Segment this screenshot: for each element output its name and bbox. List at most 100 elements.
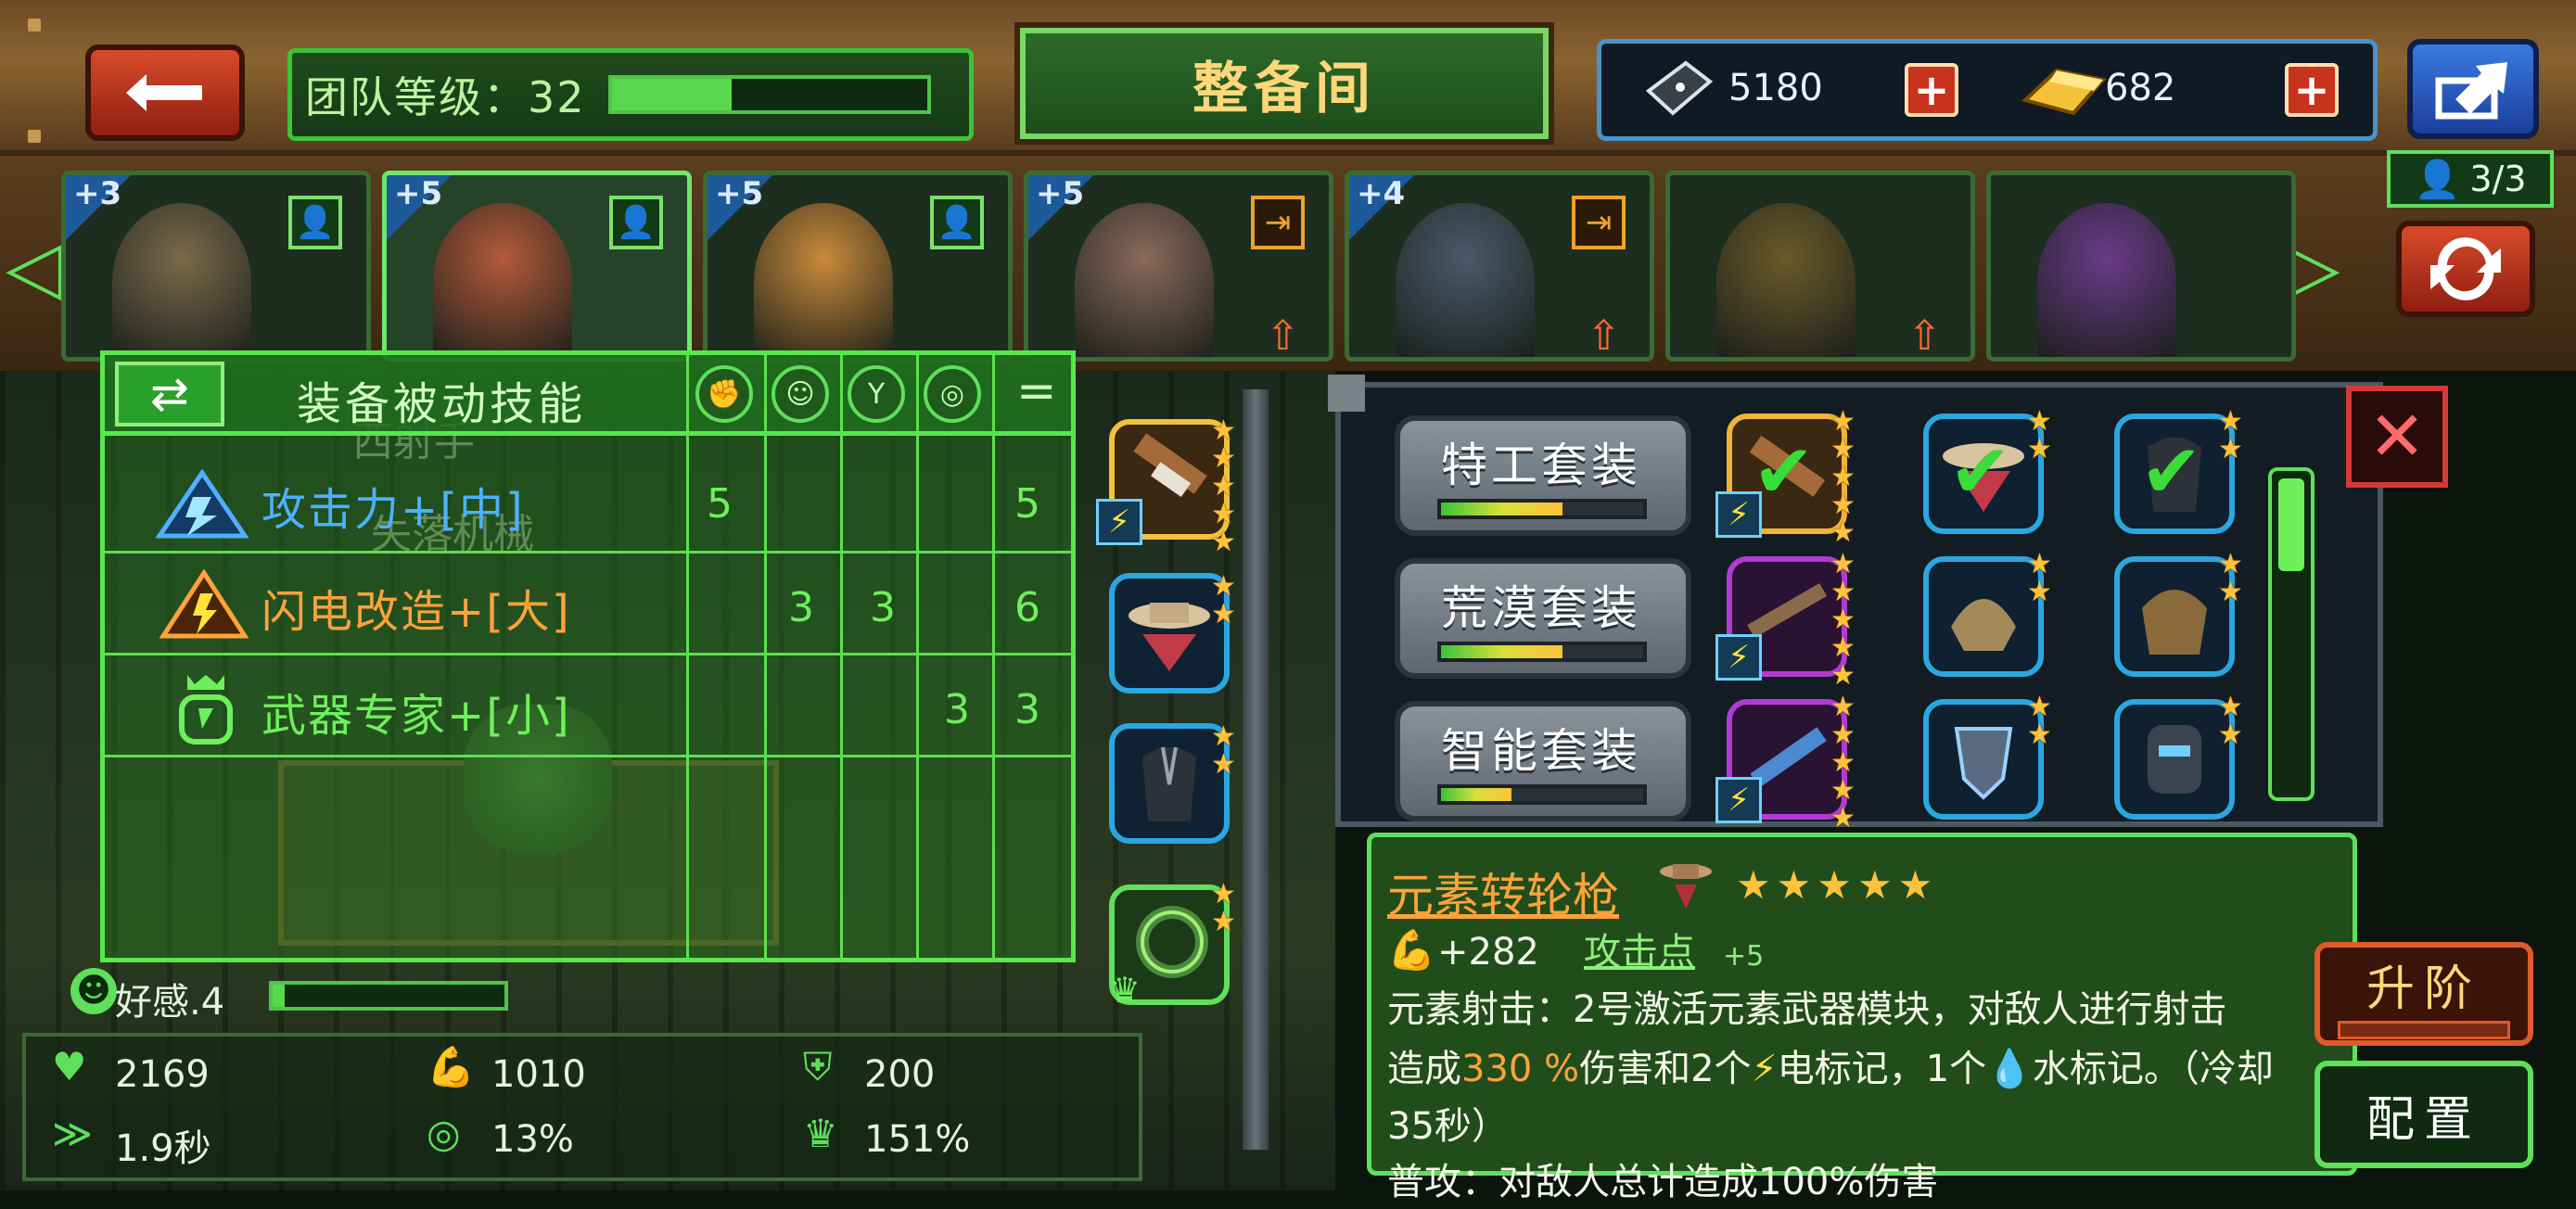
rivet-decoration [28, 19, 41, 32]
set-progress-fill [1441, 788, 1512, 801]
grid-line [764, 350, 767, 962]
hero-star-level: +5 [715, 175, 764, 212]
water-mark-icon: 💧 [1986, 1048, 2033, 1090]
speed-wing-icon: ≫ [52, 1111, 93, 1156]
config-label: 配置 [2366, 1091, 2481, 1148]
skill-weapon-expert-name: 武器专家+[小] [261, 690, 571, 742]
crit-crown-icon: ♛ [803, 1111, 838, 1156]
add-gold-button[interactable]: + [2285, 63, 2339, 117]
swap-icon [2430, 237, 2501, 300]
config-button[interactable]: 配置 [2315, 1061, 2533, 1168]
toggle-skills-button[interactable]: ⇄ [115, 362, 224, 426]
item-desc-line3: 35秒） [1387, 1105, 1509, 1148]
set-filter-button[interactable]: 荒漠套装 [1395, 558, 1691, 679]
attack-point-label[interactable]: 攻击点 [1584, 925, 1695, 979]
item-stars: ★★★★★ [1830, 691, 1855, 834]
skill-lightning-name: 闪电改造+[大] [261, 586, 571, 638]
hero-slot[interactable]: +3 👤 [61, 171, 371, 362]
team-count-badge: 👤 3/3 [2387, 150, 2554, 208]
inventory-item-slot[interactable] [2114, 556, 2235, 677]
inventory-item-slot[interactable] [2114, 699, 2235, 820]
passive-skills-panel [100, 350, 1076, 962]
upgrade-arrow-icon: ⇧ [1587, 312, 1621, 360]
item-stars: ★★★★★ [1736, 862, 1939, 908]
team-level-panel: 团队等级：32 [287, 48, 974, 141]
column-total-label: = [1016, 363, 1057, 419]
person-icon: 👤 [2414, 158, 2461, 201]
affinity-bar [269, 981, 508, 1011]
hero-slot[interactable]: +4 ⇥ ⇧ [1345, 171, 1654, 362]
attack-boost-icon [155, 468, 249, 540]
equipped-check-icon: ✔ [1949, 428, 2012, 515]
grid-line [100, 755, 1076, 757]
item-stars: ★ ★ [2218, 691, 2243, 751]
inventory-item-slot[interactable]: ✔ [1923, 414, 2044, 534]
item-desc-line2: 造成330 %伤害和2个⚡电标记，1个💧水标记。（冷却 [1387, 1042, 2274, 1096]
inventory-item-slot[interactable] [1923, 699, 2044, 820]
lightning-mod-icon [159, 568, 249, 640]
hero-slot[interactable]: ⇧ [1665, 171, 1975, 362]
hero-portrait [2037, 203, 2176, 357]
inventory-item-slot[interactable]: ✔ [2114, 414, 2235, 534]
equipped-check-icon: ✔ [1753, 428, 1816, 515]
upgrade-arrow-icon: ⇧ [1907, 312, 1942, 360]
hero-slot[interactable]: +5 👤 [703, 171, 1013, 362]
gold-bar-icon [2020, 54, 2109, 124]
swap-badge-icon: ⇥ [1572, 196, 1626, 249]
skill-lightning-armor-value: 3 [870, 584, 896, 631]
column-armor-icon: Y [848, 365, 905, 423]
equipped-weapon-stars: ★ ★ ★ ★ ★ [1211, 414, 1236, 558]
title-plate: 整备间 [1020, 28, 1549, 139]
back-button[interactable] [85, 45, 245, 141]
hero-slot[interactable] [1986, 171, 2296, 362]
set-progress-fill [1441, 503, 1562, 515]
corner-decoration [1328, 375, 1365, 412]
set-filter-button[interactable]: 智能套装 [1395, 701, 1691, 821]
item-stars: ★ ★ [2218, 405, 2243, 465]
weapon-expert-badge-icon: ♛ [1109, 970, 1141, 1011]
grid-line [100, 551, 1076, 554]
lightning-badge-icon: ⚡ [1715, 491, 1762, 538]
upgrade-progress [2338, 1020, 2510, 1039]
desc-text: 伤害和2个 [1579, 1048, 1752, 1090]
equipped-head-stars: ★ ★ [1211, 570, 1236, 630]
lightning-badge-icon: ⚡ [1715, 634, 1762, 681]
scrollbar-thumb[interactable] [2278, 478, 2304, 571]
lightning-badge-icon: ⚡ [1096, 499, 1142, 545]
upgrade-button[interactable]: 升阶 [2315, 942, 2533, 1046]
share-button[interactable] [2407, 39, 2539, 139]
desc-text: 造成 [1387, 1048, 1461, 1090]
column-weapon-icon: ✊ [695, 365, 753, 423]
team-level-label: 团队等级：32 [305, 72, 586, 122]
person-icon: 👤 [930, 196, 984, 249]
hero-star-level: +4 [1357, 175, 1406, 212]
column-ring-icon: ◎ [924, 365, 981, 423]
affinity-fill [273, 985, 285, 1007]
set-progress-bar [1437, 784, 1647, 805]
equipped-armor-stars: ★ ★ [1211, 720, 1236, 781]
close-button[interactable]: ✕ [2346, 386, 2448, 488]
desc-text: 电标记，1个 [1777, 1048, 1987, 1090]
hero-slot[interactable]: +5 ⇥ ⇧ [1024, 171, 1333, 362]
set-name: 荒漠套装 [1441, 581, 1641, 635]
hero-portrait [112, 203, 251, 357]
item-stars: ★ ★ [2027, 691, 2052, 751]
item-stars: ★ ★ [2218, 548, 2243, 608]
hero-star-level: +3 [73, 175, 122, 212]
grid-line [916, 350, 919, 962]
hero-portrait [1075, 203, 1214, 357]
affinity-smile-icon: ☻ [70, 968, 117, 1014]
add-gems-button[interactable]: + [1905, 63, 1958, 117]
skill-weapon-expert-ring-value: 3 [944, 686, 970, 733]
back-arrow-icon [126, 74, 202, 111]
hero-slot[interactable]: +5 👤 [382, 171, 692, 362]
inventory-scrollbar[interactable] [2268, 467, 2315, 801]
page-title: 整备间 [1192, 56, 1376, 121]
set-filter-button[interactable]: 特工套装 [1395, 415, 1691, 536]
roster-prev-button[interactable]: ◁ [6, 230, 63, 304]
inventory-item-slot[interactable] [1923, 556, 2044, 677]
item-name[interactable]: 元素转轮枪 [1387, 859, 1619, 925]
swap-team-button[interactable] [2396, 221, 2535, 317]
heart-icon: ♥ [52, 1044, 87, 1089]
grid-line [686, 350, 689, 962]
